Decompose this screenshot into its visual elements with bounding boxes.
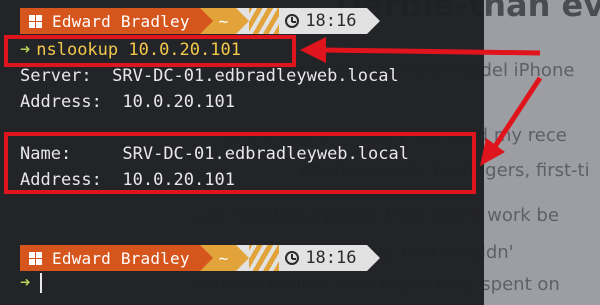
annotation-arrows (300, 37, 543, 166)
arrow-to-command (300, 37, 541, 63)
arrow-to-answer (480, 76, 543, 166)
